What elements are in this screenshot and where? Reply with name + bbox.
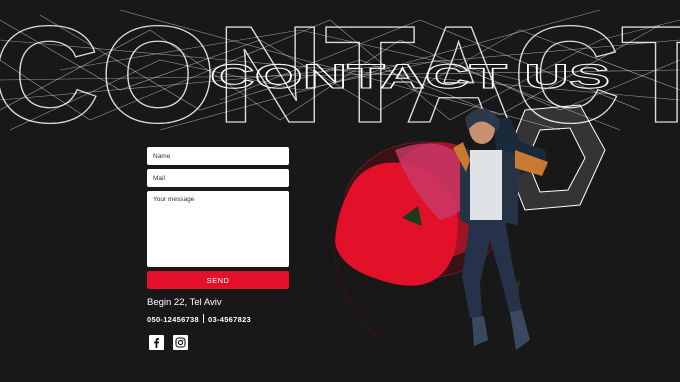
phone-2: 03-4567823 (207, 315, 252, 324)
send-button[interactable]: SEND (147, 271, 289, 289)
facebook-icon[interactable] (149, 335, 164, 350)
phone-1: 050-12456738 (147, 315, 199, 324)
social-links (149, 335, 188, 350)
mail-field[interactable] (147, 169, 289, 187)
hero-artwork: CONTACT CONTACT US (0, 0, 680, 350)
contact-form: SEND (147, 147, 289, 289)
phone-numbers: 050-12456738 03-4567823 (147, 314, 251, 324)
hero-small-text: CONTACT US (210, 58, 610, 96)
message-field[interactable] (147, 191, 289, 267)
instagram-glyph (175, 337, 186, 348)
phone-divider (202, 314, 204, 323)
facebook-glyph (154, 338, 159, 348)
instagram-icon[interactable] (173, 335, 188, 350)
name-field[interactable] (147, 147, 289, 165)
address-text: Begin 22, Tel Aviv (147, 297, 222, 308)
